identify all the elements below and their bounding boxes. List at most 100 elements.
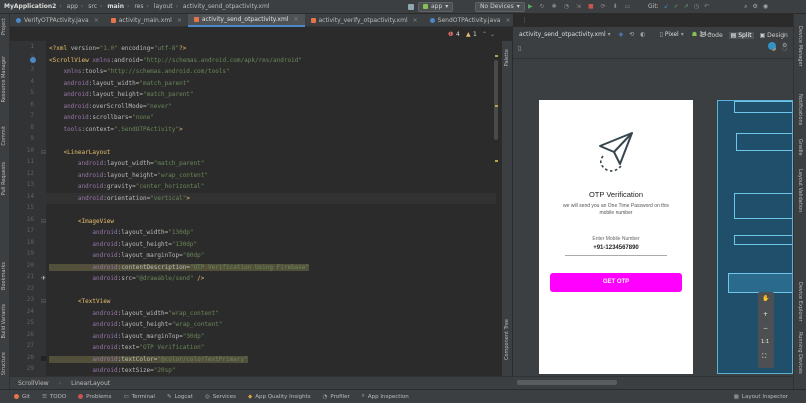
sdk-icon[interactable]: ⬇ [613, 3, 618, 10]
git-push-icon[interactable]: ↗ [684, 3, 689, 10]
debug-icon[interactable]: ✱ [552, 3, 557, 10]
palette-label[interactable]: Palette [504, 49, 510, 66]
tool-notifications[interactable]: Notifications [797, 94, 803, 125]
tool-terminal[interactable]: ▭ Terminal [124, 394, 155, 400]
tool-app-inspection[interactable]: ⌕ App Inspection [362, 393, 409, 400]
code-line[interactable]: <LinearLayout [49, 147, 110, 158]
code-line[interactable]: android:orientation="vertical"> [46, 192, 496, 204]
code-line[interactable]: android:layout_marginTop="80dp" [49, 250, 204, 261]
code-mode-button[interactable]: ☰ Code [700, 32, 723, 39]
tool-resource-manager[interactable]: Resource Manager [1, 56, 7, 102]
tool-device-manager[interactable]: Device Manager [797, 26, 803, 67]
code-line[interactable]: android:gravity="center_horizontal" [49, 181, 204, 192]
tool-build-variants[interactable]: Build Variants [1, 304, 7, 338]
phone-number-input[interactable]: +91-1234567890 [565, 245, 667, 256]
code-line[interactable]: android:layout_height="match_parent" [49, 89, 193, 100]
sync-icon[interactable]: ⟳ [601, 3, 606, 10]
profile-icon[interactable]: ◔ [564, 3, 569, 10]
crumb-linearlayout[interactable]: LinearLayout [71, 380, 110, 387]
tool-bookmarks[interactable]: Bookmarks [1, 262, 7, 290]
night-mode-icon[interactable]: ◐ [640, 31, 645, 38]
tool-running-devices[interactable]: Running Devices [797, 332, 803, 374]
breadcrumb-src[interactable]: src [88, 3, 97, 10]
tool-gradle[interactable]: Gradle [797, 139, 803, 156]
code-line[interactable]: <TextView [49, 296, 111, 307]
close-icon[interactable]: × [94, 17, 99, 24]
code-line[interactable]: android:layout_height="wrap_content" [49, 170, 208, 181]
split-mode-button[interactable]: ▤ Split [728, 31, 754, 39]
code-line[interactable]: android:layout_width="wrap_content" [49, 308, 218, 319]
hammer-icon[interactable] [408, 1, 414, 12]
code-line[interactable]: android:src="@drawable/send" /> [49, 273, 204, 284]
code-line[interactable]: android:layout_width="match_parent" [49, 78, 189, 89]
breadcrumb-file[interactable]: activity_send_otpactivity.xml [183, 3, 270, 10]
zoom-out-icon[interactable]: − [763, 325, 768, 332]
rollback-icon[interactable]: ↶ [704, 3, 709, 10]
run-config-select[interactable]: app ▾ [418, 1, 454, 12]
component-tree-label[interactable]: Component Tree [504, 319, 510, 360]
stop-icon[interactable]: ■ [588, 3, 594, 10]
device-select[interactable]: No Devices ▾ [475, 1, 525, 12]
run-icon[interactable]: ▶ [528, 3, 533, 10]
code-line[interactable]: android:layout_height="wrap_content" [49, 319, 222, 330]
close-icon[interactable]: × [177, 17, 182, 24]
attach-icon[interactable]: ⇲ [576, 3, 581, 10]
design-surface-icon[interactable]: ◈ [619, 31, 624, 38]
tool-problems[interactable]: Problems [78, 394, 112, 400]
tool-layout-validation[interactable]: Layout Validation [797, 169, 803, 212]
code-line[interactable]: android:contentDescription="OTP Verifica… [49, 262, 310, 273]
code-line[interactable]: <?xml version="1.0" encoding="utf-8"?> [49, 43, 186, 54]
tool-todo[interactable]: ☰ TODO [42, 394, 66, 400]
close-icon[interactable]: × [293, 16, 298, 23]
tool-device-explorer[interactable]: Device Explorer [797, 282, 803, 322]
crumb-scrollview[interactable]: ScrollView [18, 380, 49, 387]
zoom-fit-icon[interactable]: ⛶ [762, 353, 766, 361]
code-line[interactable]: android:overScrollMode="never" [49, 101, 171, 112]
breadcrumb-main[interactable]: main [107, 3, 124, 10]
blueprint-preview[interactable] [717, 100, 793, 374]
design-scrollbar[interactable] [517, 380, 617, 385]
zoom-actual-size-icon[interactable]: 1:1 [761, 339, 769, 345]
code-line[interactable]: android:layout_width="match_parent" [49, 158, 204, 169]
code-line[interactable]: android:text="OTP Verification" [49, 342, 204, 353]
code-line[interactable]: android:layout_height="130dp" [49, 239, 197, 250]
code-line[interactable]: xmlns:tools="http://schemas.android.com/… [49, 66, 229, 77]
breadcrumb-app[interactable]: app [67, 3, 78, 10]
git-commit-icon[interactable]: ✓ [674, 3, 679, 10]
breadcrumb-project[interactable]: MyApplication2 [4, 3, 56, 10]
issue-indicator[interactable] [768, 42, 776, 50]
orientation-icon[interactable]: ⟲ [629, 31, 634, 38]
code-line[interactable]: android:textColor="@color/colorTextPrima… [49, 354, 248, 365]
device-icon[interactable]: ▯ [660, 31, 663, 38]
code-line[interactable]: android:scrollbars="none" [49, 112, 153, 123]
code-line[interactable]: android:layout_marginTop="30dp" [49, 331, 204, 342]
tool-services[interactable]: ◎ Services [205, 394, 236, 400]
tool-app-quality-insights[interactable]: ◆ App Quality Insights [248, 394, 311, 400]
zoom-in-icon[interactable]: + [763, 311, 768, 318]
code-line[interactable]: <ImageView [49, 216, 114, 227]
code-line[interactable]: android:textSize="20sp" [49, 365, 175, 376]
device-select[interactable]: Pixel [665, 31, 679, 38]
tab-send-otp-activity-java[interactable]: SendOTPActivity.java × [424, 14, 517, 27]
tool-project[interactable]: Project [1, 18, 7, 35]
tool-structure[interactable]: Structure [1, 352, 7, 375]
close-icon[interactable]: × [505, 17, 510, 24]
inspection-up-icon[interactable]: ⌃ [482, 31, 487, 38]
close-icon[interactable]: × [413, 17, 418, 24]
panel-settings-icon[interactable]: ⚙ [782, 42, 787, 49]
breadcrumb-layout[interactable]: layout [154, 3, 173, 10]
breadcrumb-res[interactable]: res [134, 3, 143, 10]
android-api-icon[interactable]: ☗ [692, 31, 697, 38]
code-line[interactable]: android:layout_width="130dp" [49, 227, 193, 238]
tool-layout-inspector[interactable]: ▦ Layout Inspector [734, 394, 788, 400]
device-manager-icon[interactable]: ▭ [625, 3, 631, 10]
tool-logcat[interactable]: ✎ Logcat [167, 394, 193, 400]
gear-icon[interactable]: ⚙ [752, 3, 757, 10]
git-update-icon[interactable]: ↙ [664, 3, 669, 10]
history-icon[interactable]: ◷ [694, 3, 699, 10]
pan-hand-icon[interactable]: ✋ [762, 295, 769, 302]
warning-icon[interactable]: ▲ [466, 31, 471, 38]
tool-git[interactable]: Git [14, 394, 30, 400]
select-mode-icon[interactable]: ▯ [518, 45, 521, 52]
apply-changes-icon[interactable]: ↻ [540, 3, 545, 10]
